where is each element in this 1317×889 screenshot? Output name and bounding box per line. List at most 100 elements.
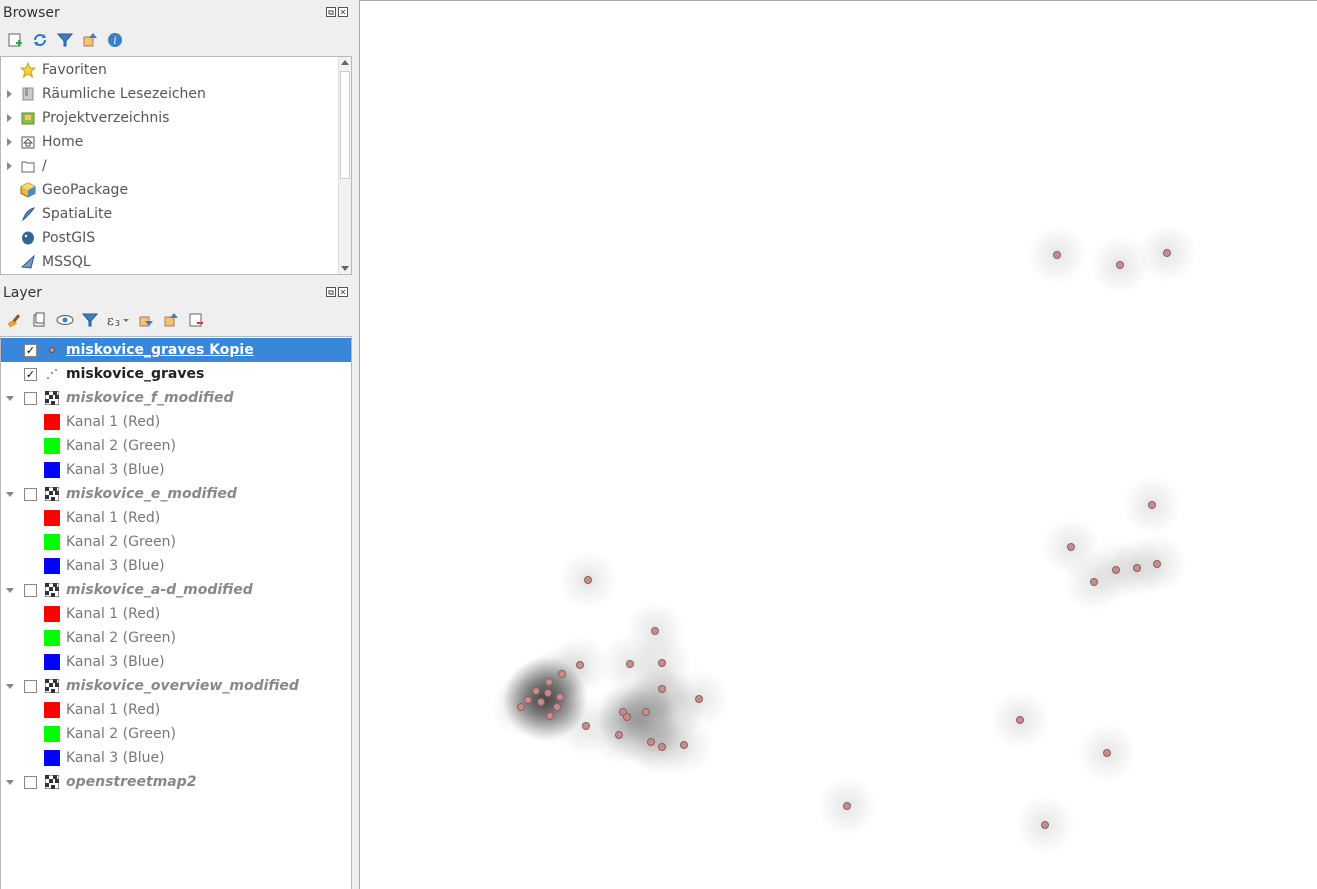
filter-icon[interactable] [56, 31, 74, 49]
layer-visibility-checkbox[interactable] [24, 391, 37, 405]
style-brush-icon[interactable] [6, 311, 24, 329]
grave-point[interactable] [537, 698, 545, 706]
band-item[interactable]: Kanal 1 (Red) [1, 506, 351, 530]
grave-point[interactable] [1112, 566, 1120, 574]
grave-point[interactable] [584, 576, 592, 584]
grave-point[interactable] [524, 696, 532, 704]
info-icon[interactable]: i [106, 31, 124, 49]
browser-item[interactable]: GeoPackage [1, 178, 351, 202]
browser-item[interactable]: Räumliche Lesezeichen [1, 82, 351, 106]
grave-point[interactable] [544, 689, 552, 697]
layer-item[interactable]: miskovice_overview_modified [1, 674, 351, 698]
add-layer-icon[interactable] [6, 31, 24, 49]
float-panel-icon[interactable]: ⧉ [326, 287, 336, 297]
grave-point[interactable] [1116, 261, 1124, 269]
band-item[interactable]: Kanal 2 (Green) [1, 722, 351, 746]
band-item[interactable]: Kanal 2 (Green) [1, 626, 351, 650]
layer-visibility-checkbox[interactable] [24, 583, 37, 597]
expand-arrow-icon[interactable] [7, 90, 12, 98]
grave-point[interactable] [642, 708, 650, 716]
band-item[interactable]: Kanal 3 (Blue) [1, 650, 351, 674]
browser-item[interactable]: Favoriten [1, 58, 351, 82]
browser-item[interactable]: Home [1, 130, 351, 154]
layer-visibility-checkbox[interactable]: ✓ [24, 367, 37, 381]
band-item[interactable]: Kanal 1 (Red) [1, 410, 351, 434]
grave-point[interactable] [658, 659, 666, 667]
collapse-arrow-icon[interactable] [6, 587, 14, 593]
layer-item[interactable]: miskovice_a-d_modified [1, 578, 351, 602]
browser-item[interactable]: / [1, 154, 351, 178]
grave-point[interactable] [1103, 749, 1111, 757]
band-item[interactable]: Kanal 2 (Green) [1, 434, 351, 458]
collapse-all-icon[interactable] [81, 31, 99, 49]
grave-point[interactable] [1163, 249, 1171, 257]
float-panel-icon[interactable]: ⧉ [326, 7, 336, 17]
band-item[interactable]: Kanal 3 (Blue) [1, 458, 351, 482]
grave-point[interactable] [1016, 716, 1024, 724]
grave-point[interactable] [1053, 251, 1061, 259]
layer-visibility-checkbox[interactable] [24, 679, 37, 693]
collapse-arrow-icon[interactable] [6, 683, 14, 689]
band-item[interactable]: Kanal 1 (Red) [1, 602, 351, 626]
grave-point[interactable] [1148, 501, 1156, 509]
grave-point[interactable] [545, 678, 553, 686]
grave-point[interactable] [623, 713, 631, 721]
map-canvas[interactable] [359, 0, 1317, 889]
add-group-icon[interactable] [31, 311, 49, 329]
expand-arrow-icon[interactable] [7, 114, 12, 122]
filter-legend-icon[interactable] [81, 311, 99, 329]
grave-point[interactable] [582, 722, 590, 730]
grave-point[interactable] [553, 703, 561, 711]
grave-point[interactable] [558, 670, 566, 678]
browser-item[interactable]: PostGIS [1, 226, 351, 250]
layer-item[interactable]: ✓ miskovice_graves Kopie [1, 338, 351, 362]
remove-layer-icon[interactable] [187, 311, 205, 329]
grave-point[interactable] [556, 693, 564, 701]
band-item[interactable]: Kanal 3 (Blue) [1, 554, 351, 578]
close-panel-icon[interactable]: ✕ [338, 287, 348, 297]
grave-point[interactable] [1041, 821, 1049, 829]
collapse-arrow-icon[interactable] [6, 491, 14, 497]
collapse-all-icon[interactable] [162, 311, 180, 329]
grave-point[interactable] [532, 687, 540, 695]
collapse-arrow-icon[interactable] [6, 779, 14, 785]
layer-visibility-checkbox[interactable] [24, 487, 37, 501]
grave-point[interactable] [1133, 564, 1141, 572]
layer-item[interactable]: ✓ miskovice_graves [1, 362, 351, 386]
browser-item[interactable]: Projektverzeichnis [1, 106, 351, 130]
layer-item[interactable]: openstreetmap2 [1, 770, 351, 794]
grave-point[interactable] [626, 660, 634, 668]
grave-point[interactable] [843, 802, 851, 810]
grave-point[interactable] [546, 712, 554, 720]
layer-item[interactable]: miskovice_e_modified [1, 482, 351, 506]
expand-arrow-icon[interactable] [7, 138, 12, 146]
refresh-icon[interactable] [31, 31, 49, 49]
browser-item[interactable]: MSSQL [1, 250, 351, 274]
layer-item[interactable]: miskovice_f_modified [1, 386, 351, 410]
layer-visibility-checkbox[interactable]: ✓ [24, 343, 37, 357]
collapse-arrow-icon[interactable] [6, 395, 14, 401]
grave-point[interactable] [651, 627, 659, 635]
grave-point[interactable] [1067, 543, 1075, 551]
expand-all-icon[interactable] [137, 311, 155, 329]
visibility-eye-icon[interactable] [56, 311, 74, 329]
grave-point[interactable] [680, 741, 688, 749]
expression-filter-icon[interactable]: ε3 [106, 311, 130, 329]
band-item[interactable]: Kanal 3 (Blue) [1, 746, 351, 770]
map-svg[interactable] [360, 1, 1317, 889]
grave-point[interactable] [647, 738, 655, 746]
layer-visibility-checkbox[interactable] [24, 775, 37, 789]
band-item[interactable]: Kanal 1 (Red) [1, 698, 351, 722]
grave-point[interactable] [576, 661, 584, 669]
band-item[interactable]: Kanal 2 (Green) [1, 530, 351, 554]
grave-point[interactable] [1153, 560, 1161, 568]
grave-point[interactable] [658, 743, 666, 751]
grave-point[interactable] [658, 685, 666, 693]
close-panel-icon[interactable]: ✕ [338, 7, 348, 17]
expand-arrow-icon[interactable] [7, 162, 12, 170]
grave-point[interactable] [517, 703, 525, 711]
grave-point[interactable] [1090, 578, 1098, 586]
grave-point[interactable] [615, 731, 623, 739]
grave-point[interactable] [695, 695, 703, 703]
browser-item[interactable]: SpatiaLite [1, 202, 351, 226]
